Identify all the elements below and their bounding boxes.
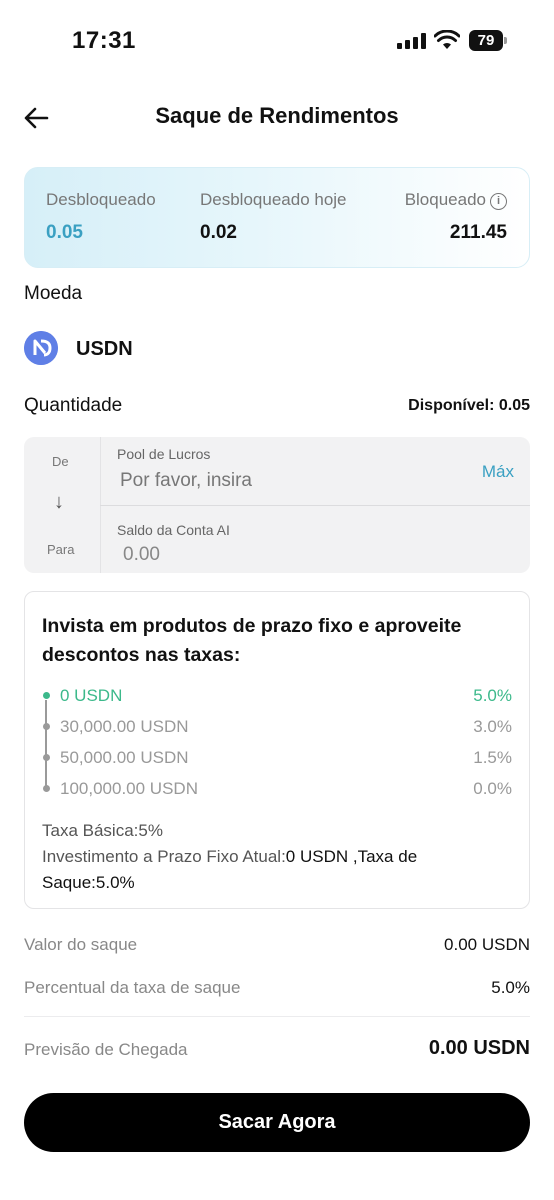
unlocked-today-value: 0.02 [200, 222, 237, 243]
to-account-value: 0.00 [123, 544, 160, 565]
locked-value: 211.45 [449, 222, 507, 243]
current-investment-text: Investimento a Prazo Fixo Atual:0 USDN ,… [42, 847, 418, 892]
to-account-label: Saldo da Conta AI [117, 522, 230, 538]
tier-amount: 30,000.00 USDN [60, 717, 189, 736]
fee-percent-value: 5.0% [491, 978, 530, 997]
fee-discount-card: Invista em produtos de prazo fixo e apro… [24, 591, 530, 909]
page-title: Saque de Rendimentos [155, 103, 399, 128]
tier-dot [43, 754, 50, 761]
amount-input[interactable] [120, 467, 420, 495]
locked-label: Bloqueado [404, 190, 486, 209]
from-account-label: Pool de Lucros [117, 446, 211, 462]
divider [100, 505, 530, 506]
currency-name: USDN [76, 338, 133, 360]
from-side-label: De [52, 454, 69, 469]
arrow-down-icon: ↓ [54, 491, 64, 513]
status-time: 17:31 [72, 27, 136, 54]
max-button[interactable]: Máx [482, 462, 514, 482]
arrival-estimate-label: Previsão de Chegada [24, 1040, 188, 1059]
to-side-label: Para [47, 542, 75, 557]
back-arrow-icon[interactable] [22, 103, 52, 133]
battery-icon: 79 [469, 30, 507, 51]
divider [24, 1016, 530, 1017]
status-bar: 17:31 79 [0, 0, 554, 80]
tier-amount: 50,000.00 USDN [60, 748, 189, 767]
cellular-signal-icon [397, 33, 427, 49]
unlocked-value: 0.05 [46, 222, 83, 243]
locked-stat: Bloqueado i 211.45 [405, 190, 507, 244]
currency-label: Moeda [24, 283, 83, 304]
earnings-summary-card: Desbloqueado 0.05 Desbloqueado hoje 0.02… [24, 167, 530, 268]
base-fee-text: Taxa Básica:5% [42, 821, 163, 840]
tier-dot [43, 785, 50, 792]
wifi-icon [434, 30, 460, 49]
withdraw-amount-label: Valor do saque [24, 935, 138, 954]
page-header: Saque de Rendimentos [0, 95, 554, 141]
tier-dot [43, 692, 50, 699]
fee-card-title: Invista em produtos de prazo fixo e apro… [42, 615, 462, 666]
fee-info: Taxa Básica:5% Investimento a Prazo Fixo… [42, 818, 512, 896]
quantity-label: Quantidade [24, 395, 123, 416]
withdraw-now-button[interactable]: Sacar Agora [24, 1093, 530, 1152]
fee-percent-label: Percentual da taxa de saque [24, 978, 241, 997]
currency-selector: USDN [24, 331, 324, 365]
tier-dot [43, 723, 50, 730]
withdraw-amount-value: 0.00 USDN [444, 935, 530, 954]
tier-rate: 0.0% [473, 779, 512, 798]
tier-amount: 0 USDN [60, 686, 123, 705]
tier-rate: 3.0% [473, 717, 512, 736]
usdn-logo-icon [24, 331, 58, 365]
transfer-box: De ↓ Para Pool de Lucros Máx Saldo da Co… [24, 437, 530, 573]
unlocked-label: Desbloqueado [46, 190, 156, 209]
unlocked-stat: Desbloqueado 0.05 [46, 190, 156, 244]
tier-rate: 1.5% [473, 748, 512, 767]
arrival-estimate-value: 0.00 USDN [428, 1037, 530, 1059]
battery-level: 79 [469, 30, 503, 51]
available-balance: Disponível: 0.05 [408, 397, 530, 414]
info-icon[interactable]: i [490, 193, 507, 210]
tier-timeline [45, 700, 47, 790]
tier-rate: 5.0% [473, 686, 512, 705]
unlocked-today-stat: Desbloqueado hoje 0.02 [200, 190, 347, 244]
tier-amount: 100,000.00 USDN [60, 779, 198, 798]
unlocked-today-label: Desbloqueado hoje [200, 190, 347, 209]
